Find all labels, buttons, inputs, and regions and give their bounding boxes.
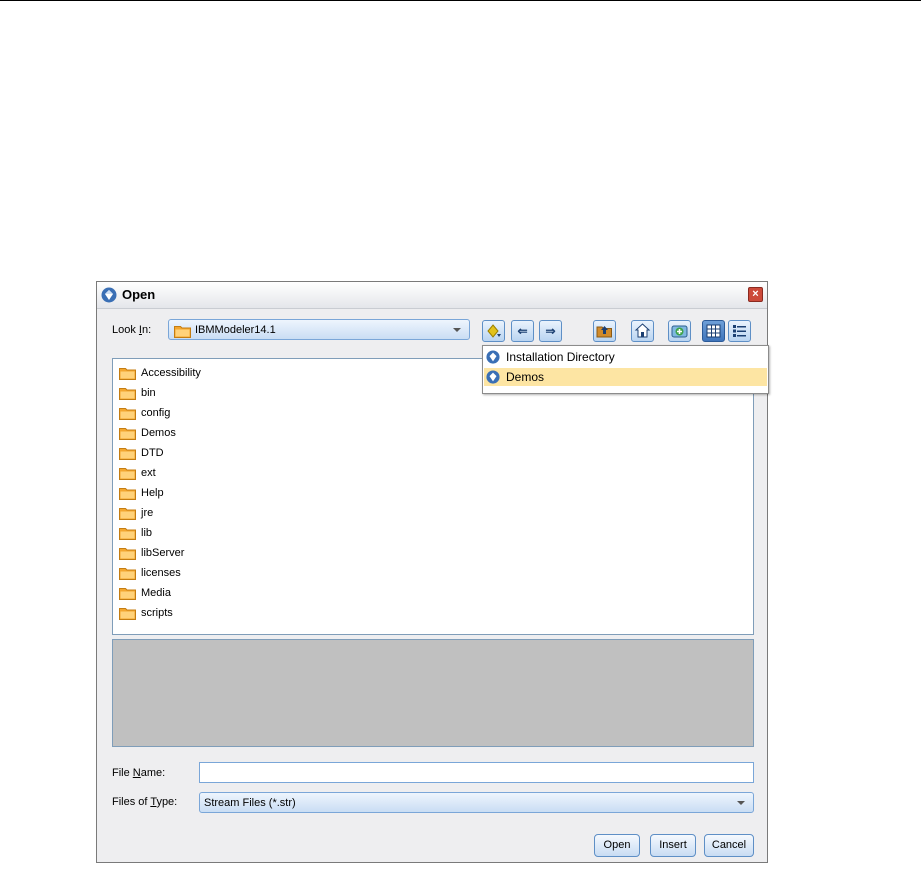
home-button[interactable] <box>631 320 654 342</box>
list-item-label: scripts <box>141 607 173 619</box>
folder-icon <box>119 608 136 620</box>
favorites-diamond-icon <box>487 324 501 338</box>
look-in-combo[interactable]: IBMModeler14.1 <box>168 319 470 340</box>
folder-icon <box>119 368 136 380</box>
file-type-value: Stream Files (*.str) <box>204 797 296 809</box>
list-item-label: jre <box>141 507 154 519</box>
list-item-label: bin <box>141 387 156 399</box>
list-item-label: DTD <box>141 447 164 459</box>
app-diamond-icon <box>486 350 500 364</box>
folder-icon <box>119 568 136 580</box>
insert-button[interactable]: Insert <box>650 834 696 857</box>
dialog-title: Open <box>122 287 156 302</box>
folder-icon <box>119 528 136 540</box>
forward-arrow-icon: ⇒ <box>545 324 556 338</box>
list-item[interactable]: lib <box>117 524 317 542</box>
up-folder-icon <box>596 326 612 338</box>
folder-icon <box>119 588 136 600</box>
folder-icon <box>119 448 136 460</box>
file-type-label: Files of Type: <box>112 796 178 808</box>
open-button[interactable]: Open <box>594 834 640 857</box>
file-name-input[interactable] <box>199 762 754 783</box>
new-folder-icon <box>671 325 688 338</box>
list-item-label: Help <box>141 487 164 499</box>
menu-item-label: Demos <box>506 370 545 384</box>
list-item-label: Accessibility <box>141 367 201 379</box>
list-item[interactable]: bin <box>117 384 317 402</box>
list-item[interactable]: jre <box>117 504 317 522</box>
list-item-label: ext <box>141 467 156 479</box>
menu-item-installation-directory[interactable]: Installation Directory <box>484 348 767 366</box>
cancel-button[interactable]: Cancel <box>704 834 754 857</box>
list-item[interactable]: libServer <box>117 544 317 562</box>
list-item-label: config <box>141 407 171 419</box>
chevron-down-icon <box>737 801 745 805</box>
app-diamond-icon <box>486 370 500 384</box>
list-item-label: Media <box>141 587 171 599</box>
app-diamond-icon <box>101 287 117 303</box>
menu-item-demos[interactable]: Demos <box>484 368 767 386</box>
details-view-icon <box>733 325 746 337</box>
folder-icon <box>119 428 136 440</box>
details-view-button[interactable] <box>728 320 751 342</box>
list-item[interactable]: Accessibility <box>117 364 317 382</box>
list-item-label: licenses <box>141 567 181 579</box>
folder-icon <box>119 468 136 480</box>
folder-icon <box>174 326 191 338</box>
close-button[interactable]: × <box>748 287 763 302</box>
list-item[interactable]: Demos <box>117 424 317 442</box>
chevron-down-icon <box>453 328 461 332</box>
list-item[interactable]: Help <box>117 484 317 502</box>
new-folder-button[interactable] <box>668 320 691 342</box>
list-item[interactable]: config <box>117 404 317 422</box>
file-name-label: File Name: <box>112 767 166 779</box>
favorites-button[interactable] <box>482 320 505 342</box>
grid-view-icon <box>706 324 721 338</box>
list-item[interactable]: licenses <box>117 564 317 582</box>
list-item[interactable]: ext <box>117 464 317 482</box>
title-bar[interactable]: Open × <box>97 282 767 309</box>
file-list[interactable]: Accessibility bin config Demos DTD ext Help jre… <box>112 358 754 635</box>
list-item[interactable]: scripts <box>117 604 317 622</box>
top-rule <box>0 0 921 1</box>
folder-icon <box>119 408 136 420</box>
menu-item-label: Installation Directory <box>506 350 615 364</box>
folder-icon <box>119 488 136 500</box>
favorites-popup-menu: Installation Directory Demos <box>482 345 769 394</box>
list-item-label: lib <box>141 527 153 539</box>
list-item-label: Demos <box>141 427 176 439</box>
forward-button[interactable]: ⇒ <box>539 320 562 342</box>
look-in-label: Look In: <box>112 324 152 336</box>
folder-icon <box>119 388 136 400</box>
folder-icon <box>119 548 136 560</box>
back-arrow-icon: ⇐ <box>517 324 528 338</box>
up-folder-button[interactable] <box>593 320 616 342</box>
list-item[interactable]: Media <box>117 584 317 602</box>
back-button[interactable]: ⇐ <box>511 320 534 342</box>
look-in-value: IBMModeler14.1 <box>195 324 276 336</box>
list-item-label: libServer <box>141 547 185 559</box>
preview-pane <box>112 639 754 747</box>
list-item[interactable]: DTD <box>117 444 317 462</box>
file-type-combo[interactable]: Stream Files (*.str) <box>199 792 754 813</box>
folder-icon <box>119 508 136 520</box>
home-icon <box>634 323 651 338</box>
list-view-button[interactable] <box>702 320 725 342</box>
